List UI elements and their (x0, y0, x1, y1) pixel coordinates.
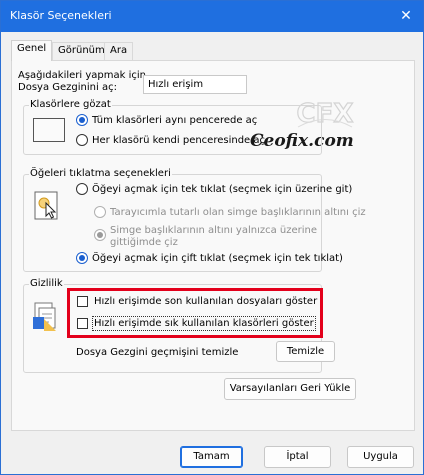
open-in-select[interactable]: Hızlı erişim (143, 75, 247, 94)
own-window-label[interactable]: Her klasörü kendi penceresinde aç (92, 134, 265, 147)
radio-underline-browser[interactable] (94, 206, 106, 218)
folder-options-dialog: Klasör Seçenekleri ✕ Genel Görünüm Ara A… (0, 0, 424, 475)
double-click-label[interactable]: Öğeyi açmak için çift tıklat (seçmek içi… (92, 252, 343, 265)
window-icon (33, 118, 65, 142)
radio-single-click[interactable] (76, 183, 88, 195)
single-click-label[interactable]: Öğeyi açmak için tek tıklat (seçmek için… (92, 183, 352, 196)
tab-search[interactable]: Ara (104, 42, 134, 60)
checkbox-recent-files[interactable] (77, 296, 88, 307)
clear-button[interactable]: Temizle (276, 341, 335, 362)
frequent-folders-label[interactable]: Hızlı erişimde sık kullanılan klasörleri… (92, 316, 316, 331)
cancel-button[interactable]: İptal (264, 446, 331, 468)
underline-hover-label-line2: gittiğimde çiz (110, 237, 178, 248)
restore-defaults-button[interactable]: Varsayılanları Geri Yükle (224, 378, 356, 400)
title-bar[interactable]: Klasör Seçenekleri ✕ (1, 1, 423, 32)
radio-underline-hover[interactable] (94, 229, 106, 241)
radio-same-window[interactable] (76, 114, 88, 126)
open-in-label-line2: Dosya Gezginini aç: (18, 82, 117, 93)
pointer-click-icon (34, 191, 58, 220)
general-tab-panel: Aşağıdakileri yapmak için Dosya Gezginin… (11, 60, 415, 431)
browse-folders-title: Klasörlere gözat (29, 99, 112, 111)
privacy-icon (33, 302, 56, 331)
tab-general[interactable]: Genel (11, 40, 53, 61)
same-window-label[interactable]: Tüm klasörleri aynı pencerede aç (92, 114, 257, 127)
ok-button[interactable]: Tamam (180, 446, 243, 468)
tab-view[interactable]: Görünüm (52, 42, 111, 60)
apply-button[interactable]: Uygula (347, 446, 414, 468)
radio-double-click[interactable] (76, 252, 88, 264)
recent-files-label[interactable]: Hızlı erişimde son kullanılan dosyaları … (94, 295, 317, 308)
checkbox-frequent-folders[interactable] (77, 318, 88, 329)
close-icon[interactable]: ✕ (395, 6, 417, 26)
clear-history-label: Dosya Gezgini geçmişini temizle (76, 347, 239, 358)
click-items-title: Öğeleri tıklatma seçenekleri (29, 168, 172, 180)
privacy-title: Gizlilik (29, 278, 64, 290)
window-title: Klasör Seçenekleri (10, 9, 112, 22)
browse-folders-group: Klasörlere gözat (23, 99, 322, 155)
underline-browser-label: Tarayıcımla tutarlı olan simge başlıklar… (110, 207, 366, 218)
radio-own-window[interactable] (76, 134, 88, 146)
